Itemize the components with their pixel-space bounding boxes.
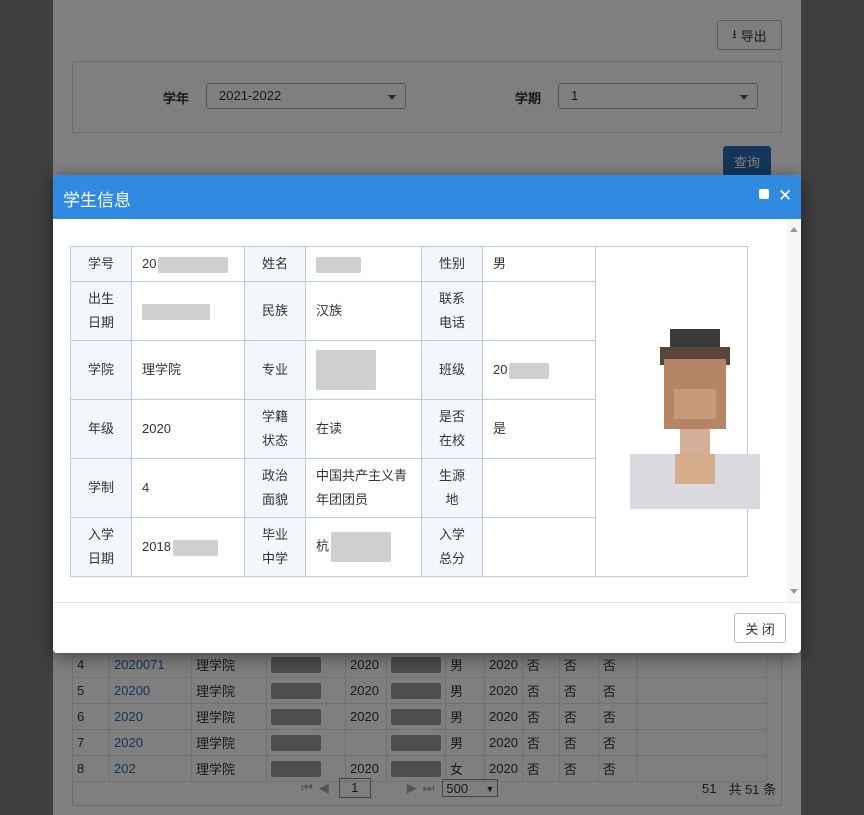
program-length-label: 学制	[70, 458, 132, 518]
birth-date-label: 出生 日期	[70, 281, 132, 341]
gender-label: 性别	[421, 246, 483, 282]
name-value	[305, 246, 422, 282]
student-id-label: 学号	[70, 246, 132, 282]
status-label: 学籍 状态	[244, 399, 306, 459]
scroll-down-icon[interactable]	[790, 589, 798, 594]
origin-value	[482, 458, 596, 518]
student-photo	[630, 329, 760, 509]
entrance-score-label: 入学 总分	[421, 517, 483, 577]
photo-cell	[595, 246, 760, 577]
phone-value	[482, 281, 596, 341]
gender-value: 男	[482, 246, 596, 282]
program-length-value: 4	[131, 458, 245, 518]
birth-date-value	[131, 281, 245, 341]
origin-label: 生源 地	[421, 458, 483, 518]
close-icon[interactable]: ✕	[778, 186, 792, 206]
dialog-scrollbar[interactable]	[787, 219, 801, 602]
class-value: 20	[482, 340, 596, 400]
ethnicity-value: 汉族	[305, 281, 422, 341]
scroll-up-icon[interactable]	[790, 227, 798, 232]
on-campus-value: 是	[482, 399, 596, 459]
high-school-value: 杭	[305, 517, 422, 577]
status-value: 在读	[305, 399, 422, 459]
dialog-header: 学生信息 ✕	[53, 175, 801, 219]
dialog-title: 学生信息	[63, 191, 131, 210]
major-label: 专业	[244, 340, 306, 400]
grade-value: 2020	[131, 399, 245, 459]
enroll-date-value: 2018	[131, 517, 245, 577]
class-label: 班级	[421, 340, 483, 400]
grade-label: 年级	[70, 399, 132, 459]
high-school-label: 毕业 中学	[244, 517, 306, 577]
college-value: 理学院	[131, 340, 245, 400]
on-campus-label: 是否 在校	[421, 399, 483, 459]
college-label: 学院	[70, 340, 132, 400]
ethnicity-label: 民族	[244, 281, 306, 341]
enroll-date-label: 入学 日期	[70, 517, 132, 577]
phone-label: 联系 电话	[421, 281, 483, 341]
dialog-footer: 关 闭	[53, 602, 801, 653]
major-value	[305, 340, 422, 400]
maximize-icon[interactable]	[759, 189, 769, 199]
student-info-dialog: 学生信息 ✕ 学号 20 姓名 性别 男 出生 日期 民族 汉族 联系 电话 学…	[53, 175, 801, 653]
student-id-value: 20	[131, 246, 245, 282]
political-value: 中国共产主义青年团团员	[305, 458, 422, 518]
student-info-table: 学号 20 姓名 性别 男 出生 日期 民族 汉族 联系 电话 学院 理学院 专…	[70, 246, 760, 577]
close-button[interactable]: 关 闭	[734, 613, 786, 643]
name-label: 姓名	[244, 246, 306, 282]
entrance-score-value	[482, 517, 596, 577]
dialog-body: 学号 20 姓名 性别 男 出生 日期 民族 汉族 联系 电话 学院 理学院 专…	[53, 219, 801, 602]
political-label: 政治 面貌	[244, 458, 306, 518]
